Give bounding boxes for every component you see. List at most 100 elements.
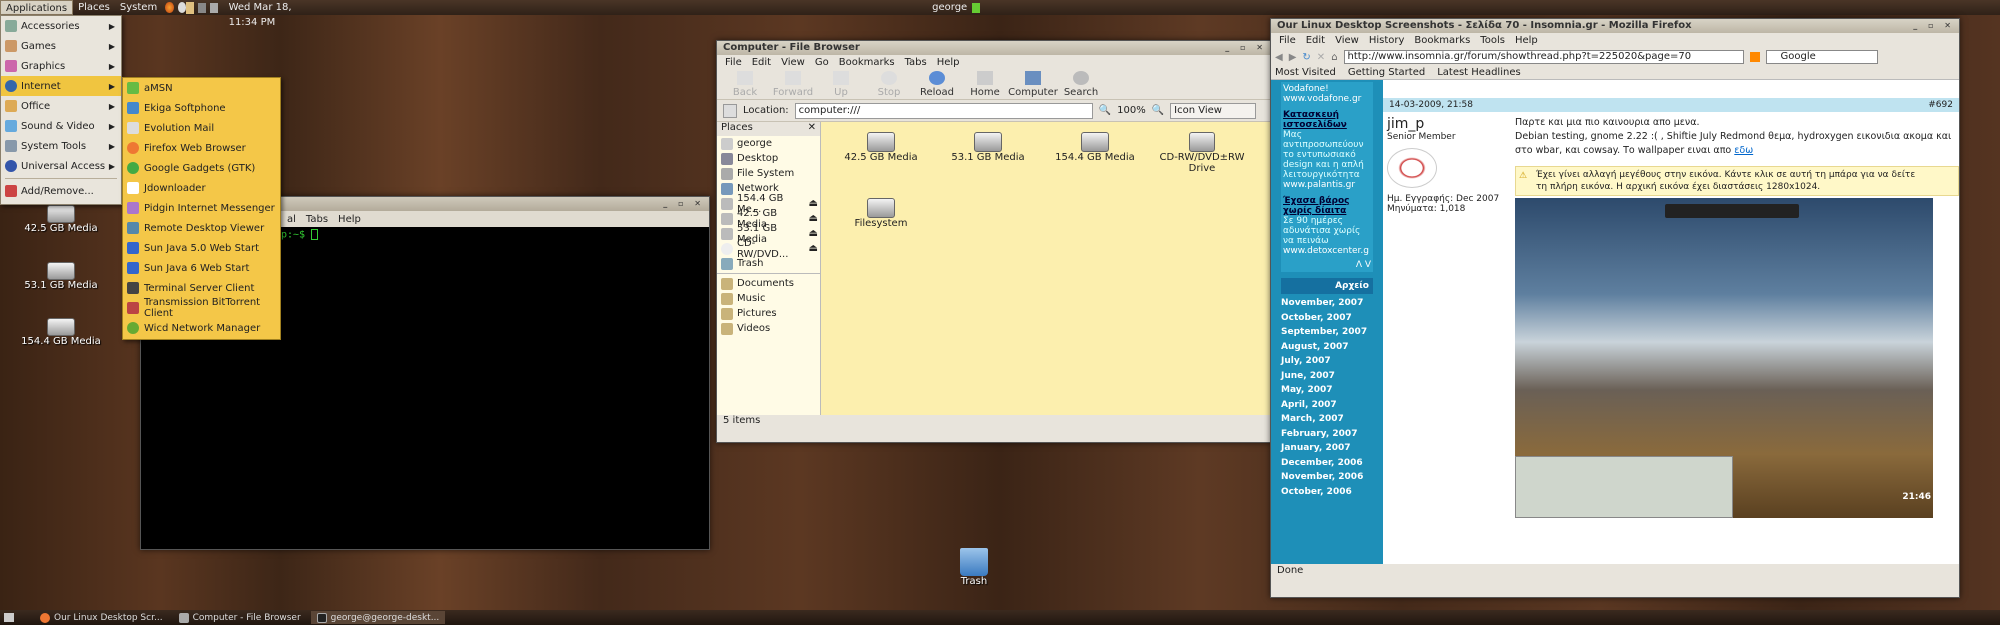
archive-link[interactable]: July, 2007 bbox=[1281, 356, 1373, 371]
clock[interactable]: Wed Mar 18, 11:34 PM bbox=[224, 0, 322, 28]
stop-button[interactable]: Stop bbox=[865, 71, 913, 98]
menu-tabs[interactable]: Tabs bbox=[905, 57, 927, 68]
menu-view[interactable]: View bbox=[1335, 35, 1359, 46]
menu-terminal[interactable]: al bbox=[287, 214, 296, 225]
menu-add-remove[interactable]: Add/Remove... bbox=[1, 181, 121, 201]
item-drive-42[interactable]: 42.5 GB Media bbox=[836, 132, 926, 163]
menu-remote-desktop[interactable]: Remote Desktop Viewer bbox=[123, 218, 280, 238]
file-browser-window[interactable]: Computer - File Browser _ ▫ ✕ File Edit V… bbox=[716, 40, 1272, 443]
show-desktop-icon[interactable] bbox=[4, 613, 14, 622]
desktop-drive-42[interactable]: 42.5 GB Media bbox=[16, 205, 106, 234]
menu-amsn[interactable]: aMSN bbox=[123, 78, 280, 98]
menu-google-gadgets[interactable]: Google Gadgets (GTK) bbox=[123, 158, 280, 178]
back-icon[interactable]: ◀ bbox=[1275, 52, 1283, 63]
menu-system-tools[interactable]: System Tools ▶ bbox=[1, 136, 121, 156]
menu-file[interactable]: File bbox=[725, 57, 742, 68]
menu-transmission[interactable]: Transmission BitTorrent Client bbox=[123, 297, 280, 319]
menu-evolution[interactable]: Evolution Mail bbox=[123, 118, 280, 138]
system-menu[interactable]: System bbox=[115, 0, 162, 15]
menu-sound-video[interactable]: Sound & Video ▶ bbox=[1, 116, 121, 136]
menu-jdownloader[interactable]: Jdownloader bbox=[123, 178, 280, 198]
archive-link[interactable]: December, 2006 bbox=[1281, 458, 1373, 473]
applications-menu[interactable]: Applications bbox=[0, 0, 74, 15]
file-browser-title[interactable]: Computer - File Browser _ ▫ ✕ bbox=[717, 41, 1271, 55]
bookmark-most-visited[interactable]: Most Visited bbox=[1275, 67, 1336, 78]
volume-icon[interactable] bbox=[209, 2, 218, 13]
menu-java6[interactable]: Sun Java 6 Web Start bbox=[123, 258, 280, 278]
task-terminal[interactable]: george@george-deskt... bbox=[310, 611, 446, 624]
menu-office[interactable]: Office ▶ bbox=[1, 96, 121, 116]
avatar[interactable] bbox=[1387, 148, 1437, 188]
close-icon[interactable]: ✕ bbox=[808, 122, 816, 136]
network-icon[interactable] bbox=[198, 2, 206, 13]
sidebar-item-george[interactable]: george bbox=[717, 136, 820, 151]
forward-icon[interactable]: ▶ bbox=[1289, 52, 1297, 63]
menu-pidgin[interactable]: Pidgin Internet Messenger bbox=[123, 198, 280, 218]
archive-link[interactable]: January, 2007 bbox=[1281, 443, 1373, 458]
menu-terminal-server[interactable]: Terminal Server Client bbox=[123, 278, 280, 298]
menu-help[interactable]: Help bbox=[937, 57, 960, 68]
rss-icon[interactable] bbox=[1749, 52, 1760, 62]
archive-link[interactable]: May, 2007 bbox=[1281, 385, 1373, 400]
archive-link[interactable]: September, 2007 bbox=[1281, 327, 1373, 342]
archive-link[interactable]: February, 2007 bbox=[1281, 429, 1373, 444]
desktop-drive-154[interactable]: 154.4 GB Media bbox=[16, 318, 106, 347]
menu-help[interactable]: Help bbox=[1515, 35, 1538, 46]
menu-history[interactable]: History bbox=[1369, 35, 1405, 46]
menu-java5[interactable]: Sun Java 5.0 Web Start bbox=[123, 238, 280, 258]
computer-button[interactable]: Computer bbox=[1008, 71, 1058, 98]
sidebar-item-documents[interactable]: Documents bbox=[717, 276, 820, 291]
location-input[interactable]: computer:/// bbox=[794, 102, 1093, 119]
desktop-drive-53[interactable]: 53.1 GB Media bbox=[16, 262, 106, 291]
menu-view[interactable]: View bbox=[781, 57, 805, 68]
archive-link[interactable]: November, 2007 bbox=[1281, 298, 1373, 313]
sidebar-item-cdrw[interactable]: CD-RW/DVD... ⏏ bbox=[717, 238, 820, 260]
menu-file[interactable]: File bbox=[1279, 35, 1296, 46]
back-button[interactable]: Back bbox=[721, 71, 769, 98]
desktop-trash[interactable]: Trash bbox=[929, 548, 1019, 587]
menu-edit[interactable]: Edit bbox=[752, 57, 771, 68]
sidebar-item-desktop[interactable]: Desktop bbox=[717, 151, 820, 166]
menu-go[interactable]: Go bbox=[815, 57, 829, 68]
sidebar-item-pictures[interactable]: Pictures bbox=[717, 306, 820, 321]
menu-universal-access[interactable]: Universal Access ▶ bbox=[1, 156, 121, 176]
item-cdrw-drive[interactable]: CD-RW/DVD±RW Drive bbox=[1157, 132, 1247, 174]
item-filesystem[interactable]: Filesystem bbox=[836, 198, 926, 229]
menu-graphics[interactable]: Graphics ▶ bbox=[1, 56, 121, 76]
ad-nav[interactable]: Λ V bbox=[1283, 260, 1371, 270]
firefox-window[interactable]: Our Linux Desktop Screenshots - Σελίδα 7… bbox=[1270, 18, 1960, 598]
places-label[interactable]: Places bbox=[721, 122, 753, 136]
source-link[interactable]: εδω bbox=[1734, 145, 1753, 156]
post-number[interactable]: #692 bbox=[1928, 98, 1953, 112]
reload-button[interactable]: Reload bbox=[913, 71, 961, 98]
archive-link[interactable]: August, 2007 bbox=[1281, 342, 1373, 357]
search-input[interactable]: Google bbox=[1765, 50, 1878, 64]
sidebar-item-filesystem[interactable]: File System bbox=[717, 166, 820, 181]
stop-icon[interactable]: ✕ bbox=[1317, 52, 1325, 63]
firefox-launcher-icon[interactable] bbox=[165, 2, 174, 13]
ad-box[interactable]: Vodafone! www.vodafone.gr Κατασκευή ιστοσ… bbox=[1281, 82, 1373, 272]
logout-icon[interactable] bbox=[972, 2, 980, 13]
archive-link[interactable]: June, 2007 bbox=[1281, 371, 1373, 386]
forward-button[interactable]: Forward bbox=[769, 71, 817, 98]
menu-bookmarks[interactable]: Bookmarks bbox=[839, 57, 895, 68]
zoom-out-icon[interactable]: 🔍 bbox=[1099, 105, 1111, 116]
bookmark-getting-started[interactable]: Getting Started bbox=[1348, 67, 1425, 78]
reload-icon[interactable]: ↻ bbox=[1302, 52, 1310, 63]
item-drive-53[interactable]: 53.1 GB Media bbox=[943, 132, 1033, 163]
search-button[interactable]: Search bbox=[1057, 71, 1105, 98]
help-launcher-icon[interactable] bbox=[177, 2, 187, 13]
menu-tools[interactable]: Tools bbox=[1480, 35, 1505, 46]
archive-link[interactable]: October, 2007 bbox=[1281, 313, 1373, 328]
home-button[interactable]: Home bbox=[961, 71, 1009, 98]
archive-link[interactable]: April, 2007 bbox=[1281, 400, 1373, 415]
task-file-browser[interactable]: Computer - File Browser bbox=[173, 611, 307, 624]
task-firefox[interactable]: Our Linux Desktop Scr... bbox=[34, 611, 169, 624]
sidebar-item-music[interactable]: Music bbox=[717, 291, 820, 306]
url-bar[interactable]: http://www.insomnia.gr/forum/showthread.… bbox=[1343, 50, 1744, 64]
menu-ekiga[interactable]: Ekiga Softphone bbox=[123, 98, 280, 118]
user-name[interactable]: george bbox=[927, 0, 972, 15]
window-controls[interactable]: _ ▫ ✕ bbox=[663, 197, 705, 211]
screenshot-image[interactable]: 21:46 bbox=[1515, 198, 1933, 518]
window-controls[interactable]: _ ▫ ✕ bbox=[1225, 41, 1267, 55]
